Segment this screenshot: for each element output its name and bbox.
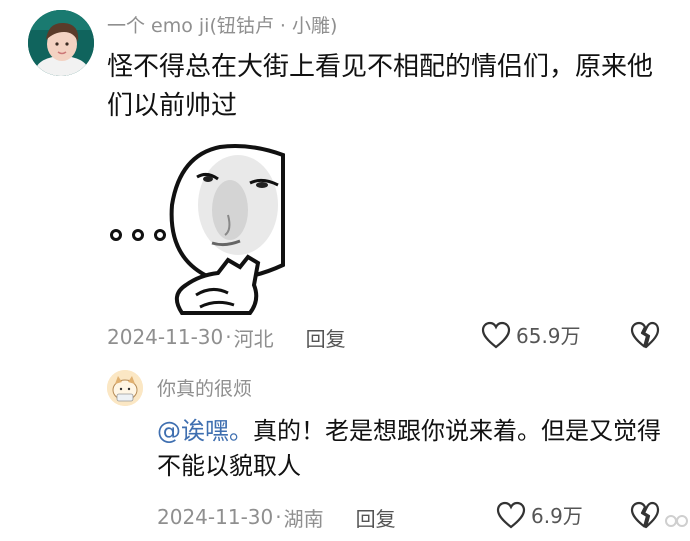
reply-meta: 2024-11-30 · 湖南 回复 bbox=[157, 502, 396, 532]
meta-separator: · bbox=[225, 325, 232, 349]
reply-avatar[interactable] bbox=[107, 370, 143, 406]
reply-location: 湖南 bbox=[283, 506, 324, 531]
reply-like-button[interactable]: 6.9万 bbox=[496, 500, 583, 529]
comment-username[interactable]: 一个 emo ji(钮钴卢 · 小雕) bbox=[107, 11, 337, 38]
like-button[interactable]: 65.9万 bbox=[481, 320, 581, 349]
avatar[interactable] bbox=[28, 10, 94, 76]
comment-text: 怪不得总在大街上看见不相配的情侣们，原来他们以前帅过 bbox=[107, 52, 654, 121]
comment-location: 河北 bbox=[233, 326, 274, 351]
mention-link[interactable]: @诶嘿。 bbox=[157, 417, 253, 445]
cartoon-avatar bbox=[107, 370, 143, 406]
reply-reply-button[interactable]: 回复 bbox=[356, 503, 396, 532]
broken-heart-icon bbox=[630, 501, 660, 529]
heart-outline-icon bbox=[481, 321, 511, 348]
reply-username[interactable]: 你真的很烦 bbox=[157, 374, 252, 401]
heart-outline-icon bbox=[496, 501, 526, 528]
comment-date: 2024-11-30 bbox=[107, 325, 224, 349]
reply-dislike-button[interactable] bbox=[630, 500, 660, 534]
meta-separator: · bbox=[275, 505, 282, 529]
watermark-logo bbox=[662, 508, 690, 534]
broken-heart-icon bbox=[630, 321, 660, 349]
comment-meta: 2024-11-30 · 河北 回复 bbox=[107, 322, 346, 352]
like-count: 65.9万 bbox=[516, 324, 581, 348]
reply-text-block: @诶嘿。真的！老是想跟你说来着。但是又觉得不能以貌取人 bbox=[157, 414, 662, 484]
reply-date: 2024-11-30 bbox=[157, 505, 274, 529]
dislike-button[interactable] bbox=[630, 320, 660, 352]
reply-like-count: 6.9万 bbox=[531, 504, 583, 528]
reply-button[interactable]: 回复 bbox=[306, 323, 346, 352]
avatar-photo bbox=[28, 10, 94, 76]
thinking-face-sticker[interactable] bbox=[100, 135, 290, 320]
